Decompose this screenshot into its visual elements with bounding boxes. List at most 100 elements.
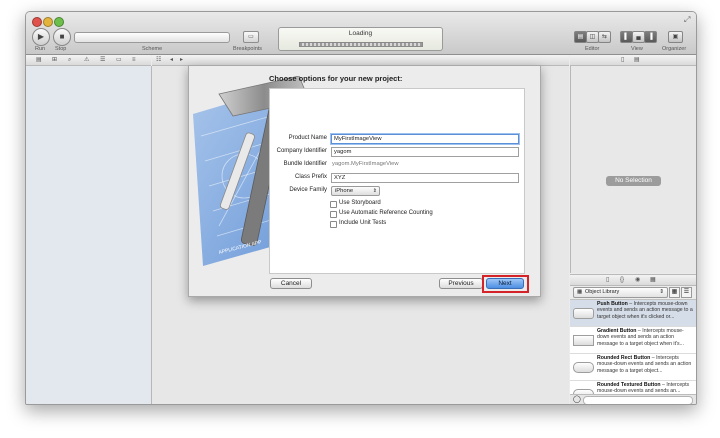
library-popup-icon: ▦ bbox=[577, 289, 583, 295]
library-item-name: Rounded Rect Button bbox=[597, 355, 651, 361]
list-view-button[interactable]: ☰ bbox=[681, 287, 692, 298]
toggle-utilities-button[interactable]: ▐ bbox=[644, 31, 657, 43]
activity-status: Loading bbox=[348, 30, 373, 37]
quick-help-icon[interactable]: ▤ bbox=[634, 55, 640, 65]
code-snippet-library-icon[interactable]: {} bbox=[620, 275, 624, 285]
breakpoint-navigator-icon[interactable]: ▭ bbox=[116, 55, 122, 65]
right-panel-icon: ▐ bbox=[648, 34, 653, 40]
standard-editor-icon: ▤ bbox=[577, 34, 584, 40]
library-filter-bar: ◯ bbox=[570, 394, 696, 404]
use-storyboard-checkbox[interactable] bbox=[330, 201, 337, 208]
product-name-label: Product Name bbox=[288, 135, 327, 141]
symbol-navigator-icon[interactable]: ⊞ bbox=[52, 55, 57, 65]
media-library-icon[interactable]: ▦ bbox=[650, 275, 656, 285]
inspector-selector-bar: ▯ ▤ bbox=[570, 55, 696, 66]
breakpoints-button[interactable]: ▭ bbox=[243, 31, 259, 43]
forward-arrow-icon[interactable]: ▸ bbox=[180, 55, 183, 65]
zoom-window-button[interactable] bbox=[54, 17, 64, 27]
version-editor-icon: ⇆ bbox=[601, 34, 608, 40]
progress-bar bbox=[299, 42, 423, 47]
company-identifier-label: Company Identifier bbox=[276, 148, 327, 154]
include-unit-tests-label: Include Unit Tests bbox=[339, 220, 387, 226]
file-inspector-icon[interactable]: ▯ bbox=[621, 55, 624, 65]
use-arc-checkbox[interactable] bbox=[330, 211, 337, 218]
list-item[interactable]: Push Button – Intercepts mouse-down even… bbox=[570, 300, 696, 327]
organizer-icon: ▣ bbox=[672, 34, 679, 40]
navigator-area bbox=[26, 66, 152, 404]
issue-navigator-icon[interactable]: ⚠ bbox=[84, 55, 89, 65]
list-item[interactable]: Rounded Rect Button – Intercepts mouse-d… bbox=[570, 354, 696, 381]
view-label: View bbox=[631, 46, 643, 52]
include-unit-tests-checkbox[interactable] bbox=[330, 221, 337, 228]
gradient-button-icon bbox=[573, 335, 594, 346]
product-name-field[interactable]: MyFirstImageView bbox=[331, 134, 519, 144]
library-item-name: Rounded Textured Button bbox=[597, 382, 661, 388]
xcode-window: ⤢ ▶ Run ■ Stop Scheme ▭ Breakpoints Load… bbox=[25, 11, 697, 405]
back-arrow-icon[interactable]: ◂ bbox=[170, 55, 173, 65]
library-popup-value: Object Library bbox=[585, 289, 620, 295]
icon-view-button[interactable]: ▦ bbox=[669, 287, 680, 298]
sheet-title: Choose options for your new project: bbox=[269, 74, 403, 83]
previous-button[interactable]: Previous bbox=[439, 278, 483, 289]
class-prefix-field[interactable]: XYZ bbox=[331, 173, 519, 183]
object-library-icon[interactable]: ◉ bbox=[635, 275, 640, 285]
stop-button[interactable]: ■ bbox=[53, 28, 71, 46]
cancel-button[interactable]: Cancel bbox=[270, 278, 312, 289]
stop-icon: ■ bbox=[59, 32, 65, 41]
bottom-panel-icon: ▄ bbox=[636, 34, 641, 40]
related-items-icon[interactable]: ☷ bbox=[156, 55, 161, 65]
use-storyboard-label: Use Storyboard bbox=[339, 200, 381, 206]
class-prefix-label: Class Prefix bbox=[294, 174, 327, 180]
left-panel-icon: ▌ bbox=[624, 34, 629, 40]
grid-icon: ▦ bbox=[671, 289, 678, 295]
organizer-label: Organizer bbox=[662, 46, 687, 52]
search-navigator-icon[interactable]: ⌕ bbox=[68, 55, 71, 65]
library-list: Push Button – Intercepts mouse-down even… bbox=[570, 299, 696, 395]
popup-arrows-icon: ⇕ bbox=[659, 289, 664, 295]
activity-viewer: Loading bbox=[278, 27, 443, 51]
run-button[interactable]: ▶ bbox=[32, 28, 50, 46]
device-family-label: Device Family bbox=[289, 187, 327, 193]
toolbar: ⤢ ▶ Run ■ Stop Scheme ▭ Breakpoints Load… bbox=[26, 12, 696, 55]
push-button-icon bbox=[573, 308, 594, 319]
minimize-window-button[interactable] bbox=[43, 17, 53, 27]
inspector-area: No Selection bbox=[570, 66, 696, 273]
list-item[interactable]: Rounded Textured Button – Intercepts mou… bbox=[570, 381, 696, 395]
project-navigator-icon[interactable]: ▤ bbox=[36, 55, 42, 65]
library-filter-field[interactable] bbox=[583, 396, 693, 404]
assistant-editor-icon: ◫ bbox=[589, 34, 596, 40]
debug-navigator-icon[interactable]: ☰ bbox=[100, 55, 105, 65]
library-item-name: Push Button bbox=[597, 301, 628, 307]
new-project-sheet: APPLICATION.APP Choose options for your … bbox=[188, 65, 541, 297]
library-item-name: Gradient Button bbox=[597, 328, 637, 334]
filter-icon[interactable]: ◯ bbox=[573, 395, 581, 403]
scheme-selector[interactable] bbox=[74, 32, 230, 43]
breakpoints-label: Breakpoints bbox=[233, 46, 263, 52]
navigator-selector-bar: ▤ ⊞ ⌕ ⚠ ☰ ▭ ≡ bbox=[26, 55, 151, 66]
device-family-popup[interactable]: iPhone ⇕ bbox=[331, 186, 380, 196]
rounded-rect-button-icon bbox=[573, 362, 594, 373]
options-panel: Product Name MyFirstImageView Company Id… bbox=[269, 88, 525, 274]
fullscreen-icon[interactable]: ⤢ bbox=[684, 15, 690, 25]
no-selection-label: No Selection bbox=[606, 176, 661, 186]
device-family-value: iPhone bbox=[335, 188, 354, 194]
bundle-identifier-value: yagom.MyFirstImageView bbox=[332, 161, 399, 167]
list-item[interactable]: Gradient Button – Intercepts mouse-down … bbox=[570, 327, 696, 354]
version-editor-button[interactable]: ⇆ bbox=[598, 31, 611, 43]
use-arc-label: Use Automatic Reference Counting bbox=[339, 210, 433, 216]
company-identifier-field[interactable]: yagom bbox=[331, 147, 519, 157]
bundle-identifier-label: Bundle Identifier bbox=[283, 161, 327, 167]
next-button[interactable]: Next bbox=[486, 278, 524, 289]
editor-label: Editor bbox=[585, 46, 600, 52]
run-label: Run bbox=[35, 46, 46, 52]
log-navigator-icon[interactable]: ≡ bbox=[132, 55, 136, 65]
breakpoint-icon: ▭ bbox=[248, 34, 254, 40]
organizer-button[interactable]: ▣ bbox=[668, 31, 683, 43]
play-icon: ▶ bbox=[37, 32, 45, 41]
library-popup[interactable]: ▦ Object Library ⇕ bbox=[573, 287, 668, 298]
close-window-button[interactable] bbox=[32, 17, 42, 27]
library-selector-bar: ▯ {} ◉ ▦ bbox=[570, 274, 696, 286]
file-template-library-icon[interactable]: ▯ bbox=[606, 275, 609, 285]
stop-label: Stop bbox=[55, 46, 67, 52]
popup-arrows-icon: ⇕ bbox=[372, 188, 377, 194]
